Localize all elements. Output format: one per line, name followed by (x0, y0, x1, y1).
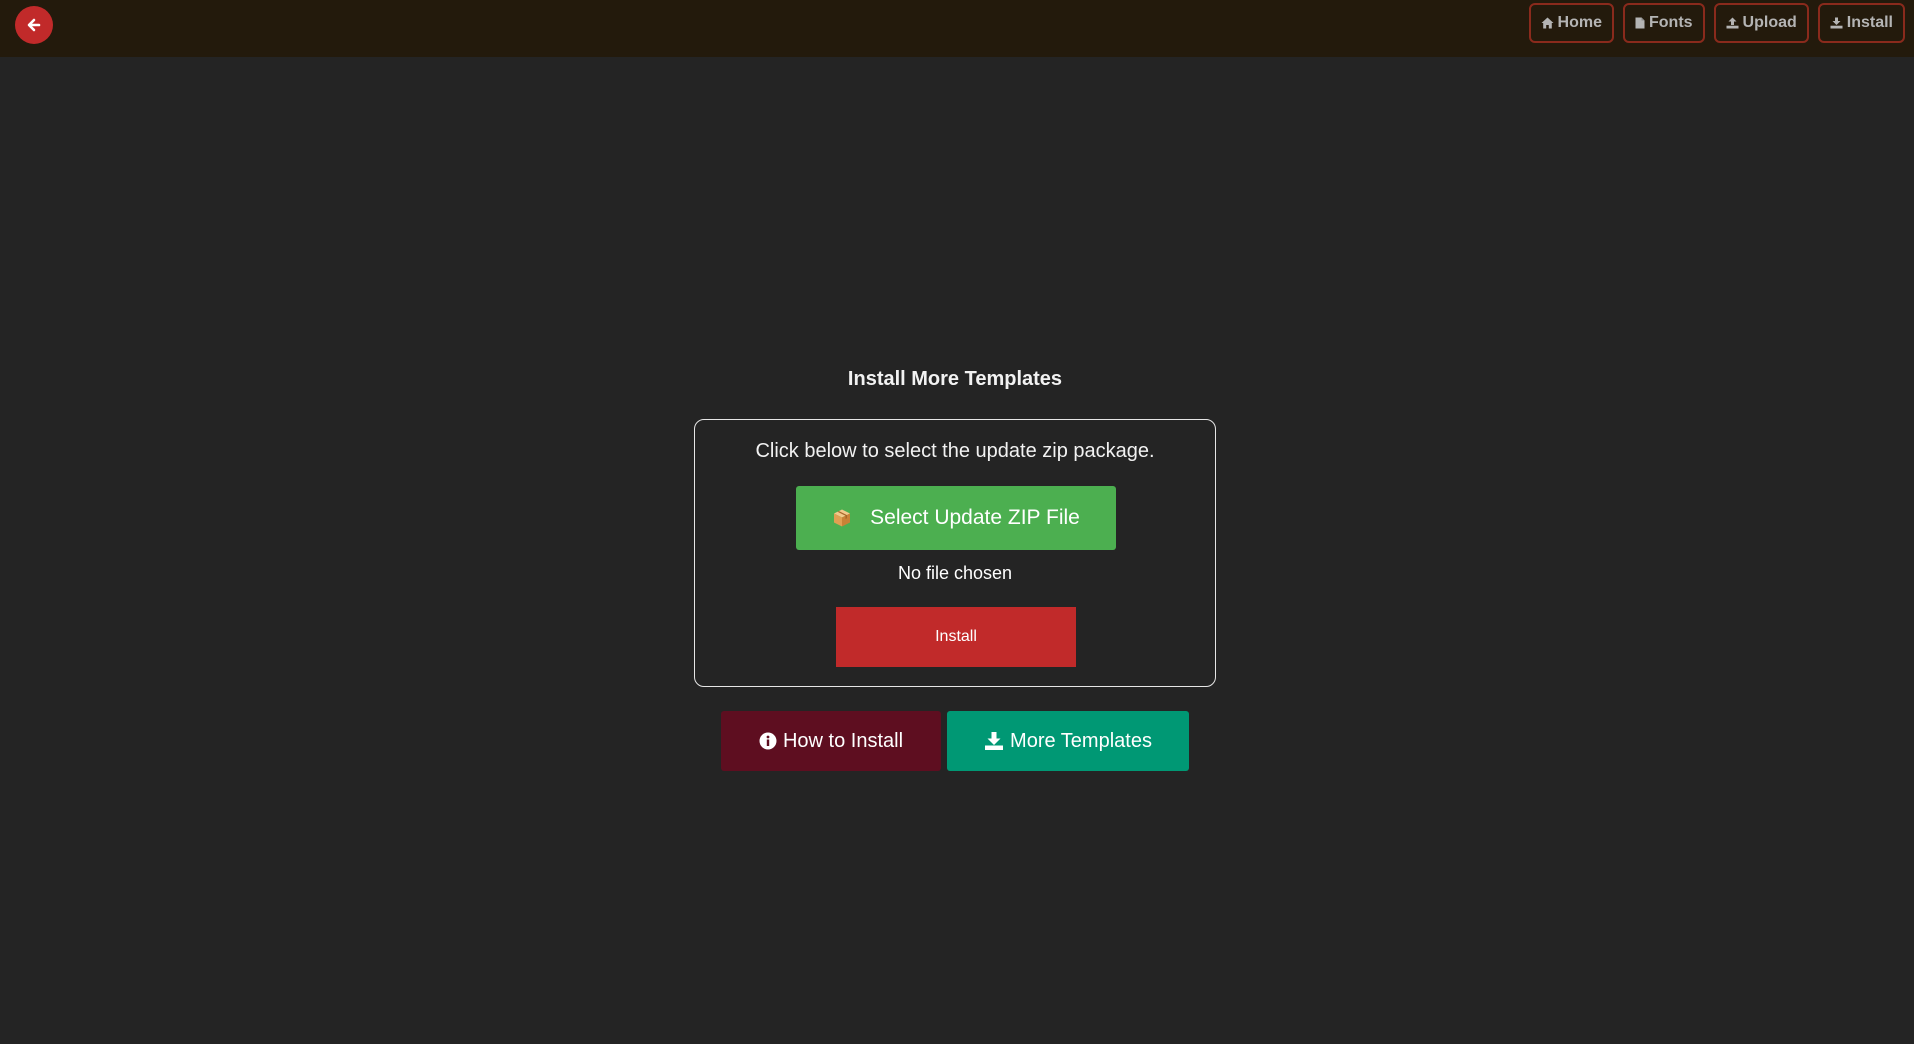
top-nav: Home Fonts Upload Install (1528, 3, 1905, 43)
arrow-left-icon (27, 18, 41, 32)
top-bar: Home Fonts Upload Install (0, 0, 1914, 57)
upload-icon (1726, 17, 1739, 29)
nav-fonts-button[interactable]: Fonts (1623, 3, 1705, 43)
select-zip-label: Select Update ZIP File (870, 506, 1080, 529)
nav-home-button[interactable]: Home (1528, 3, 1614, 43)
card-instruction: Click below to select the update zip pac… (755, 440, 1155, 462)
install-button[interactable]: Install (836, 607, 1076, 667)
how-to-install-label: How to Install (782, 729, 904, 752)
file-icon (1635, 17, 1645, 29)
more-templates-button[interactable]: More Templates (947, 711, 1189, 771)
select-zip-button[interactable]: Select Update ZIP File (796, 486, 1116, 550)
page-title: Install More Templates (847, 368, 1063, 390)
back-button[interactable] (15, 6, 53, 44)
how-to-install-button[interactable]: How to Install (721, 711, 941, 771)
nav-install-label: Install (1846, 14, 1893, 31)
install-card: Click below to select the update zip pac… (694, 419, 1216, 687)
info-icon (759, 732, 777, 750)
nav-install-button[interactable]: Install (1817, 3, 1905, 43)
home-icon (1541, 17, 1554, 29)
download-icon (1830, 17, 1843, 29)
nav-home-label: Home (1557, 14, 1602, 31)
more-templates-label: More Templates (1010, 729, 1152, 752)
nav-fonts-label: Fonts (1649, 14, 1693, 31)
nav-upload-button[interactable]: Upload (1713, 3, 1809, 43)
download-icon (985, 732, 1004, 750)
nav-upload-label: Upload (1742, 14, 1797, 31)
file-status: No file chosen (897, 563, 1013, 583)
package-icon (834, 509, 851, 527)
